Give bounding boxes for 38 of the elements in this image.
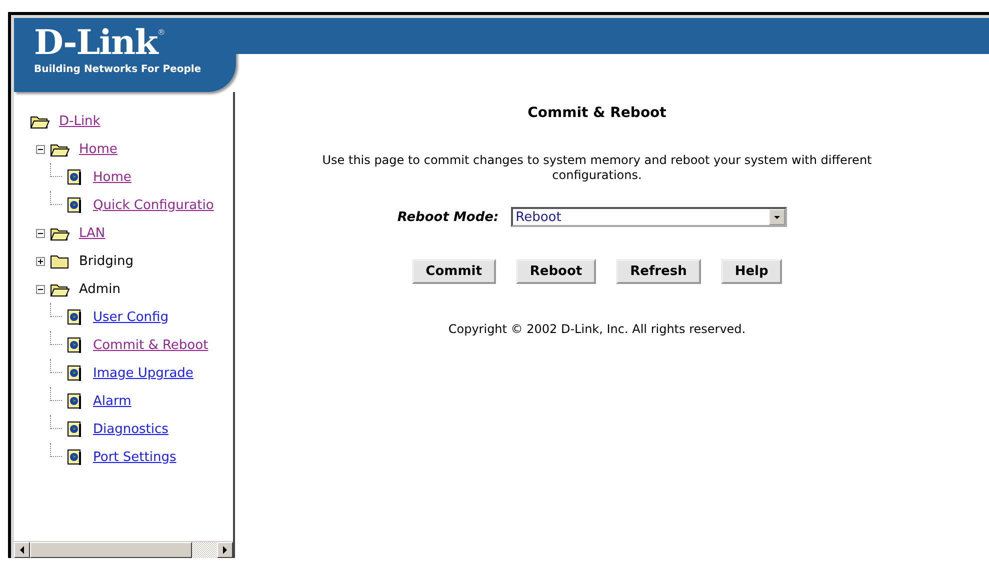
scroll-thumb[interactable] — [30, 542, 192, 558]
tree-link[interactable]: Diagnostics — [93, 422, 168, 436]
tree-line — [50, 387, 62, 401]
scroll-left-icon[interactable] — [14, 542, 30, 558]
tree-link[interactable]: Commit & Reboot — [93, 338, 208, 352]
action-button[interactable]: Refresh — [616, 259, 701, 284]
tree-line — [50, 359, 62, 373]
action-button[interactable]: Commit — [412, 259, 496, 284]
registered-mark: ® — [157, 28, 166, 37]
reboot-mode-dropdown[interactable]: Reboot — [510, 207, 787, 227]
tree-link[interactable]: Home — [79, 142, 118, 156]
tree-link[interactable]: LAN — [79, 226, 106, 240]
tree-line — [50, 303, 62, 317]
logo-brand: D-Link — [34, 24, 158, 62]
tree-line — [50, 163, 62, 177]
tree-link[interactable]: Home — [93, 170, 132, 184]
folder-icon — [50, 253, 70, 269]
tree-link[interactable]: Image Upgrade — [93, 366, 194, 380]
tree-label[interactable]: Bridging — [79, 254, 134, 268]
tree-link[interactable]: User Config — [93, 310, 168, 324]
copyright-text: Copyright © 2002 D-Link, Inc. All rights reserved. — [448, 322, 746, 336]
tree-line — [50, 331, 62, 345]
action-button[interactable]: Help — [720, 259, 782, 284]
tree-link[interactable]: Quick Configuratio — [93, 198, 214, 212]
tree-link[interactable]: D-Link — [59, 114, 100, 128]
tree-line — [50, 191, 62, 205]
tree-line — [50, 415, 62, 429]
horizontal-scrollbar[interactable] — [14, 541, 233, 558]
tree-link[interactable]: Alarm — [93, 394, 132, 408]
logo-tagline: Building Networks For People — [34, 64, 202, 75]
tree-line — [50, 443, 62, 457]
field-label: Reboot Mode: — [397, 210, 499, 224]
page-description: Use this page to commit changes to system memory and reboot your system with different configurations. — [321, 153, 873, 183]
scroll-right-icon[interactable] — [217, 542, 233, 558]
tree-label[interactable]: Admin — [79, 282, 120, 296]
tree-link[interactable]: Port Settings — [93, 450, 176, 464]
page-title: Commit & Reboot — [528, 105, 666, 121]
action-button[interactable]: Reboot — [516, 259, 596, 284]
